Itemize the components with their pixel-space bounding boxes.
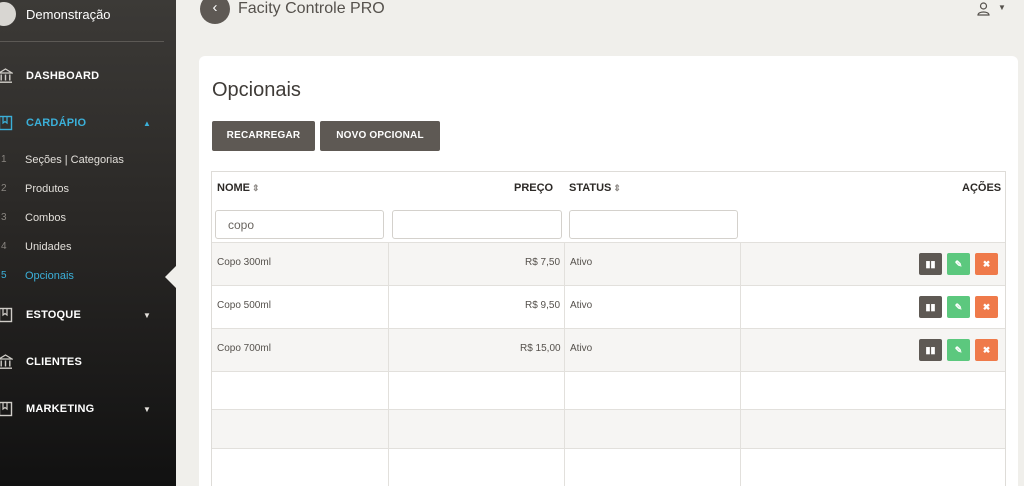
book-icon (0, 401, 13, 417)
submenu-item-opcionais[interactable]: 5 Opcionais (0, 268, 176, 286)
column-header-actions: AÇÕES (962, 182, 1002, 194)
sidebar-item-cardapio[interactable]: CARDÁPIO ▲ (0, 114, 176, 136)
chevron-down-icon[interactable]: ▼ (998, 3, 1006, 12)
app-title: Facity Controle PRO (238, 0, 385, 17)
column-label: NOME (217, 182, 250, 194)
user-icon[interactable] (977, 2, 990, 16)
sidebar-item-label: DASHBOARD (26, 70, 100, 82)
bank-icon (0, 68, 13, 84)
submenu-item-produtos[interactable]: 2 Produtos (0, 181, 176, 199)
user-profile[interactable]: Demonstração (0, 0, 164, 42)
table-row (212, 242, 1005, 286)
sidebar-item-label: CARDÁPIO (26, 117, 87, 129)
cell-name: Copo 500ml (217, 300, 271, 311)
delete-button[interactable]: ✖ (975, 339, 998, 361)
chevron-up-icon: ▲ (143, 119, 151, 128)
submenu-label: Combos (25, 212, 66, 224)
cell-name: Copo 300ml (217, 257, 271, 268)
sidebar: Demonstração DASHBOARD CARDÁPIO ▲ 1 Seçõ… (0, 0, 176, 486)
cell-price: R$ 15,00 (520, 343, 561, 354)
new-optional-button[interactable]: NOVO OPCIONAL (320, 121, 440, 151)
bank-icon (0, 354, 13, 370)
view-button[interactable]: ▮▮ (919, 339, 942, 361)
submenu-label: Seções | Categorias (25, 154, 124, 166)
submenu-number: 2 (1, 183, 7, 194)
table-row (212, 371, 1005, 410)
cell-name: Copo 700ml (217, 343, 271, 354)
chevron-down-icon: ▼ (143, 405, 151, 414)
submenu-item-combos[interactable]: 3 Combos (0, 210, 176, 228)
column-header-status[interactable]: STATUS ⇕ (569, 182, 621, 194)
column-divider (388, 242, 389, 486)
cell-status: Ativo (570, 300, 593, 311)
sidebar-item-label: CLIENTES (26, 356, 82, 368)
column-label: PREÇO (514, 182, 554, 194)
column-header-name[interactable]: NOME ⇕ (217, 182, 260, 194)
sidebar-item-label: ESTOQUE (26, 309, 81, 321)
submenu-label: Unidades (25, 241, 72, 253)
submenu-label: Produtos (25, 183, 70, 195)
username: Demonstração (26, 7, 111, 22)
submenu-number: 4 (1, 241, 7, 252)
sidebar-item-dashboard[interactable]: DASHBOARD (0, 67, 176, 89)
delete-button[interactable]: ✖ (975, 253, 998, 275)
book-icon (0, 115, 13, 131)
sidebar-item-label: MARKETING (26, 403, 95, 415)
active-indicator (165, 265, 177, 289)
table-row (212, 285, 1005, 329)
submenu-number: 1 (1, 154, 7, 165)
avatar (0, 2, 16, 26)
sort-icon[interactable]: ⇕ (613, 183, 621, 193)
submenu-label: Opcionais (25, 270, 74, 282)
name-filter-input[interactable] (215, 210, 384, 239)
edit-button[interactable]: ✎ (947, 296, 970, 318)
table-row (212, 409, 1005, 449)
cell-status: Ativo (570, 343, 593, 354)
sort-icon[interactable]: ⇕ (252, 183, 260, 193)
delete-button[interactable]: ✖ (975, 296, 998, 318)
sidebar-item-clientes[interactable]: CLIENTES (0, 353, 176, 375)
price-filter-input[interactable] (392, 210, 562, 239)
cell-status: Ativo (570, 257, 593, 268)
view-button[interactable]: ▮▮ (919, 296, 942, 318)
column-label: STATUS (569, 182, 612, 194)
edit-button[interactable]: ✎ (947, 253, 970, 275)
submenu-number: 5 (1, 270, 7, 281)
back-button[interactable]: ‹ (200, 0, 230, 24)
sidebar-item-marketing[interactable]: MARKETING ▼ (0, 400, 176, 422)
sidebar-item-estoque[interactable]: ESTOQUE ▼ (0, 306, 176, 328)
reload-button[interactable]: RECARREGAR (212, 121, 315, 151)
submenu-number: 3 (1, 212, 7, 223)
column-header-price[interactable]: PREÇO (514, 182, 553, 194)
submenu-item-secoes[interactable]: 1 Seções | Categorias (0, 152, 176, 170)
column-divider (564, 242, 565, 486)
status-filter-input[interactable] (569, 210, 738, 239)
view-button[interactable]: ▮▮ (919, 253, 942, 275)
chevron-down-icon: ▼ (143, 311, 151, 320)
cell-price: R$ 9,50 (525, 300, 561, 311)
submenu-item-unidades[interactable]: 4 Unidades (0, 239, 176, 257)
page-title: Opcionais (212, 79, 301, 101)
edit-button[interactable]: ✎ (947, 339, 970, 361)
book-icon (0, 307, 13, 323)
table-row (212, 448, 1005, 486)
cell-price: R$ 7,50 (525, 257, 561, 268)
table-row (212, 328, 1005, 372)
column-divider (740, 242, 741, 486)
